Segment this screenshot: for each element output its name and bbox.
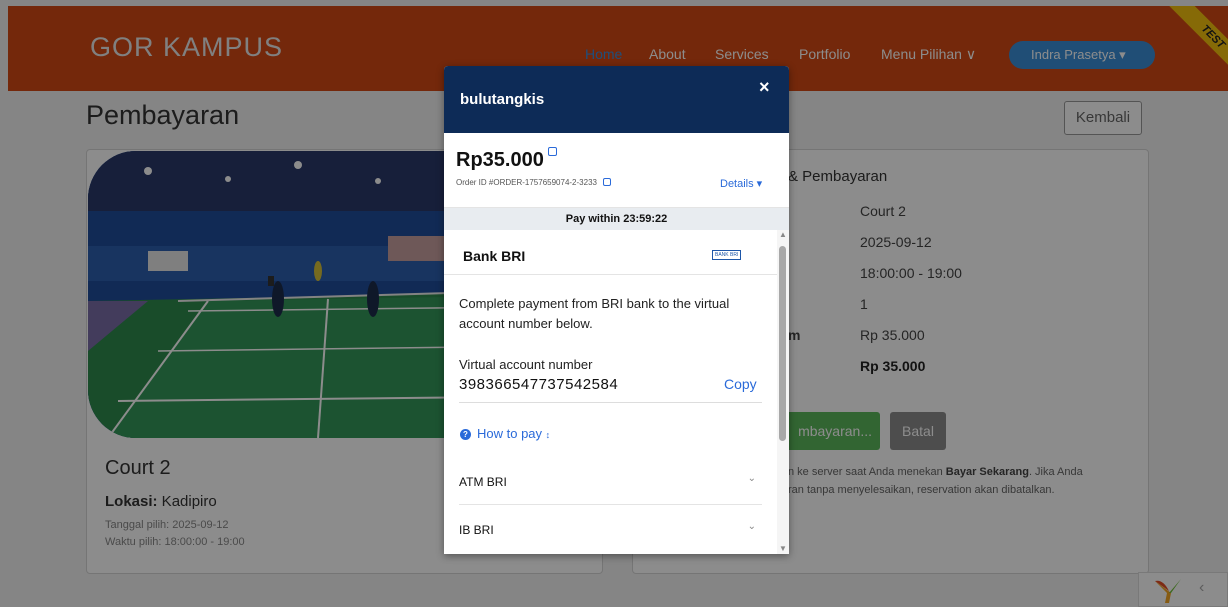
method-atm-bri[interactable]: ATM BRI ⌄ [459,459,762,505]
order-id: Order ID #ORDER-1757659074-2-3233 [456,178,612,187]
va-label: Virtual account number [459,357,593,372]
scroll-thumb[interactable] [779,246,786,441]
pay-within-bar: Pay within 23:59:22 [444,208,789,230]
details-link[interactable]: Details ▾ [720,177,762,190]
va-number: 398366547737542584 [459,376,619,393]
question-icon: ? [460,429,471,440]
method-label: ATM BRI [459,475,507,489]
bank-header: Bank BRI BANK BRI [444,230,777,275]
expand-arrows-icon: ↕ [545,430,551,440]
amount-value: Rp35.000 [456,149,544,171]
pay-within-label: Pay within [565,213,621,225]
chevron-down-icon: ⌄ [747,521,756,532]
amount-section: Rp35.000 Order ID #ORDER-1757659074-2-32… [444,133,789,208]
copy-order-icon[interactable] [603,178,612,186]
payment-amount: Rp35.000 [456,147,557,172]
how-to-pay-toggle[interactable]: ? How to pay ↕ [460,426,550,441]
bri-logo: BANK BRI [712,250,742,260]
copy-amount-icon[interactable] [547,147,557,156]
merchant-name: bulutangkis [460,91,545,108]
bank-name: Bank BRI [463,248,526,264]
method-ib-bri[interactable]: IB BRI ⌄ [459,507,762,553]
payment-instruction: Complete payment from BRI bank to the vi… [459,296,730,331]
countdown-timer: 23:59:22 [623,213,668,225]
copy-va-button[interactable]: Copy [724,376,757,392]
scroll-up-icon[interactable]: ▲ [779,230,787,239]
order-id-text: Order ID #ORDER-1757659074-2-3233 [456,178,597,187]
chevron-down-icon: ⌄ [747,473,756,484]
modal-header: bulutangkis × [444,66,789,133]
close-icon[interactable]: × [759,77,770,98]
method-label: IB BRI [459,523,494,537]
how-to-pay-label: How to pay [477,426,543,441]
divider [459,402,762,403]
payment-modal: bulutangkis × Rp35.000 Order ID #ORDER-1… [444,66,789,554]
scroll-down-icon[interactable]: ▼ [779,544,787,553]
